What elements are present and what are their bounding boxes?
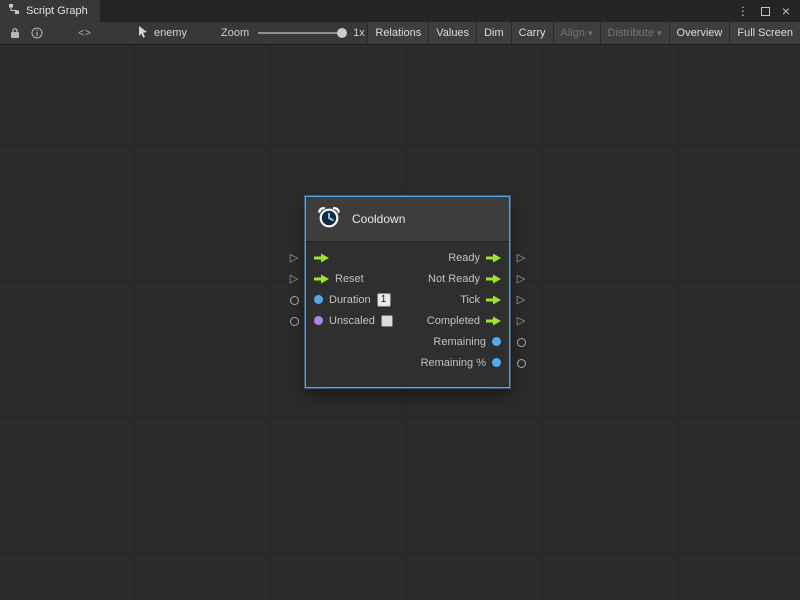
port-label: Duration xyxy=(329,294,371,306)
maximize-icon[interactable] xyxy=(761,7,770,16)
unscaled-checkbox[interactable] xyxy=(381,315,393,327)
lock-icon xyxy=(10,27,20,39)
tab-script-graph[interactable]: Script Graph xyxy=(0,0,100,22)
value-output-port[interactable] xyxy=(492,337,501,346)
port-row: Ready xyxy=(306,247,509,268)
value-connector-icon[interactable] xyxy=(515,357,527,369)
lock-button[interactable] xyxy=(4,22,26,44)
port-label: Completed xyxy=(427,315,480,327)
value-input-port[interactable] xyxy=(314,295,323,304)
window-controls: ⋮ × xyxy=(737,0,800,22)
graph-canvas[interactable]: Cooldown Ready xyxy=(0,44,800,600)
zoom-label: Zoom xyxy=(221,27,249,39)
value-connector-icon[interactable] xyxy=(515,336,527,348)
dim-button[interactable]: Dim xyxy=(476,22,511,44)
inspect-button[interactable] xyxy=(26,22,48,44)
toolbar-buttons: Relations Values Dim Carry Align ▾ Distr… xyxy=(367,22,800,44)
flow-input-port[interactable] xyxy=(314,274,329,284)
port-label: Remaining xyxy=(433,336,486,348)
flow-connector-icon[interactable]: ▷ xyxy=(515,252,527,264)
flow-input-port[interactable] xyxy=(314,253,329,263)
port-label: Reset xyxy=(335,273,364,285)
value-connector-icon[interactable] xyxy=(288,315,300,327)
port-label: Not Ready xyxy=(428,273,480,285)
carry-button[interactable]: Carry xyxy=(511,22,553,44)
edit-source-button[interactable]: <> xyxy=(74,22,96,44)
port-row: Unscaled Completed xyxy=(306,310,509,331)
port-row: Duration 1 Tick xyxy=(306,289,509,310)
flow-output-port[interactable] xyxy=(486,316,501,326)
full-screen-button[interactable]: Full Screen xyxy=(729,22,800,44)
zoom-slider-handle[interactable] xyxy=(337,28,347,38)
flow-output-port[interactable] xyxy=(486,253,501,263)
port-label: Ready xyxy=(448,252,480,264)
port-row: Remaining xyxy=(306,331,509,352)
node-title: Cooldown xyxy=(352,212,405,226)
graph-icon xyxy=(8,2,20,20)
menu-icon[interactable]: ⋮ xyxy=(737,4,749,18)
node-body: Ready Reset Not Ready xyxy=(306,242,509,387)
titlebar: Script Graph ⋮ × xyxy=(0,0,800,22)
port-row: Reset Not Ready xyxy=(306,268,509,289)
zoom-control: Zoom 1x xyxy=(221,27,365,39)
flow-connector-icon[interactable]: ▷ xyxy=(515,315,527,327)
cooldown-node[interactable]: Cooldown Ready xyxy=(305,196,510,388)
flow-connector-icon[interactable]: ▷ xyxy=(288,273,300,285)
zoom-slider[interactable] xyxy=(258,32,344,34)
tab-title: Script Graph xyxy=(26,5,88,17)
flow-output-port[interactable] xyxy=(486,274,501,284)
zoom-value: 1x xyxy=(353,27,365,39)
close-icon[interactable]: × xyxy=(782,4,790,18)
boolean-input-port[interactable] xyxy=(314,316,323,325)
chevron-down-icon: ▾ xyxy=(657,28,662,39)
value-output-port[interactable] xyxy=(492,358,501,367)
flow-connector-icon[interactable]: ▷ xyxy=(515,294,527,306)
port-label: Remaining % xyxy=(421,357,486,369)
flow-connector-icon[interactable]: ▷ xyxy=(288,252,300,264)
node-header[interactable]: Cooldown xyxy=(306,197,509,242)
port-row: Remaining % xyxy=(306,352,509,373)
script-graph-window: Script Graph ⋮ × <> xyxy=(0,0,800,600)
cursor-icon xyxy=(138,26,148,41)
distribute-button: Distribute ▾ xyxy=(600,22,669,44)
overview-button[interactable]: Overview xyxy=(669,22,730,44)
alarm-clock-icon xyxy=(316,204,342,235)
info-icon xyxy=(31,27,43,39)
chevron-down-icon: ▾ xyxy=(588,28,593,39)
relations-button[interactable]: Relations xyxy=(367,22,428,44)
code-icon: <> xyxy=(78,28,92,39)
graph-toolbar: <> enemy Zoom 1x Relations Values xyxy=(0,22,800,44)
graph-target[interactable]: enemy xyxy=(138,26,187,41)
flow-connector-icon[interactable]: ▷ xyxy=(515,273,527,285)
duration-field[interactable]: 1 xyxy=(377,293,391,307)
port-label: Tick xyxy=(460,294,480,306)
values-button[interactable]: Values xyxy=(428,22,476,44)
value-connector-icon[interactable] xyxy=(288,294,300,306)
flow-output-port[interactable] xyxy=(486,295,501,305)
port-label: Unscaled xyxy=(329,315,375,327)
graph-target-label: enemy xyxy=(154,27,187,39)
align-button: Align ▾ xyxy=(553,22,600,44)
